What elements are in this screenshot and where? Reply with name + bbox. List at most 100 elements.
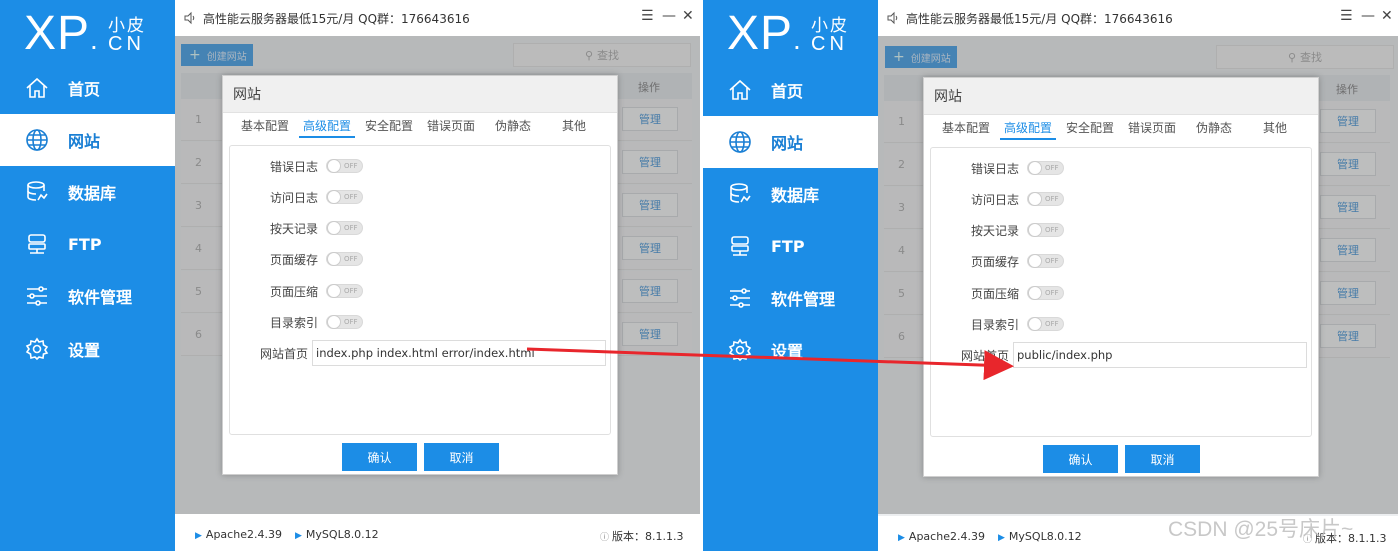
homepage-input[interactable]: public/index.php (1013, 342, 1307, 368)
tab-error-pages[interactable]: 错误页面 (427, 116, 475, 138)
sliders-icon (25, 284, 49, 308)
sidebar-item-home[interactable]: 首页 (703, 64, 878, 116)
database-icon (25, 180, 49, 204)
tab-rewrite[interactable]: 伪静态 (495, 116, 531, 138)
minimize-button[interactable]: — (662, 8, 676, 24)
version-info: ⓘ 版本：8.1.1.3 (600, 530, 684, 543)
menu-button[interactable]: ☰ (641, 8, 654, 24)
setting-access-log: 访问日志 OFF (230, 187, 610, 207)
sidebar-item-website[interactable]: 网站 (0, 114, 175, 166)
menu-button[interactable]: ☰ (1340, 8, 1353, 24)
sidebar-item-database[interactable]: 数据库 (0, 166, 175, 218)
globe-icon (728, 130, 752, 154)
sidebar-item-settings[interactable]: 设置 (703, 324, 878, 376)
setting-dir-index: 目录索引 OFF (931, 314, 1311, 334)
confirm-button[interactable]: 确认 (1043, 445, 1118, 473)
access-log-toggle[interactable]: OFF (326, 190, 363, 204)
setting-access-log: 访问日志 OFF (931, 189, 1311, 209)
server-icon (728, 234, 752, 258)
access-log-toggle[interactable]: OFF (1027, 192, 1064, 206)
status-bar: ▶ Apache2.4.39 ▶ MySQL8.0.12 ⓘ 版本：8.1.1.3 (175, 514, 700, 551)
sidebar-item-software[interactable]: 软件管理 (0, 270, 175, 322)
mysql-status[interactable]: ▶ MySQL8.0.12 (998, 530, 1082, 543)
sidebar-item-software[interactable]: 软件管理 (703, 272, 878, 324)
minimize-button[interactable]: — (1361, 8, 1375, 24)
sidebar-item-website[interactable]: 网站 (703, 116, 878, 168)
logo: XP. 小皮 CN (24, 7, 146, 60)
tab-other[interactable]: 其他 (562, 116, 586, 138)
info-icon: ⓘ (600, 533, 610, 543)
server-icon (25, 232, 49, 256)
setting-homepage: 网站首页 index.php index.html error/index.ht… (230, 340, 610, 366)
close-button[interactable]: ✕ (682, 8, 694, 24)
tab-error-pages[interactable]: 错误页面 (1128, 118, 1176, 140)
gear-icon (25, 337, 49, 361)
setting-daily-log: 按天记录 OFF (931, 220, 1311, 240)
cancel-button[interactable]: 取消 (424, 443, 499, 471)
page-compress-toggle[interactable]: OFF (1027, 286, 1064, 300)
promo-text: 高性能云服务器最低15元/月 QQ群：176643616 (906, 11, 1173, 26)
tab-other[interactable]: 其他 (1263, 118, 1287, 140)
setting-daily-log: 按天记录 OFF (230, 218, 610, 238)
page-cache-toggle[interactable]: OFF (326, 252, 363, 266)
homepage-input[interactable]: index.php index.html error/index.html (312, 340, 606, 366)
gear-icon (728, 338, 752, 362)
advanced-settings-panel: 错误日志 OFF 访问日志 OFF 按天记录 OFF 页面缓存 OFF 页面压缩 OFF … (229, 145, 611, 435)
dialog-title: 网站 (924, 78, 1318, 115)
sidebar-item-home[interactable]: 首页 (0, 62, 175, 114)
cancel-button[interactable]: 取消 (1125, 445, 1200, 473)
home-icon (728, 78, 752, 102)
title-bar: 高性能云服务器最低15元/月 QQ群：176643616 ☰ — ✕ (175, 0, 700, 36)
page-compress-toggle[interactable]: OFF (326, 284, 363, 298)
setting-error-log: 错误日志 OFF (230, 156, 610, 176)
tab-advanced[interactable]: 高级配置 (1000, 118, 1057, 140)
sidebar-item-ftp[interactable]: FTP (0, 218, 175, 270)
logo: XP. 小皮 CN (727, 7, 849, 60)
app-window-after: XP. 小皮 CN 首页 网站 数据库 FTP 软件管理 设置 高性能云服务器最… (703, 0, 1398, 551)
daily-log-toggle[interactable]: OFF (326, 221, 363, 235)
website-settings-dialog: 网站 基本配置 高级配置 安全配置 错误页面 伪静态 其他 错误日志 OFF 访问… (222, 75, 618, 475)
tab-rewrite[interactable]: 伪静态 (1196, 118, 1232, 140)
sliders-icon (728, 286, 752, 310)
mysql-status[interactable]: ▶ MySQL8.0.12 (295, 528, 379, 541)
website-settings-dialog: 网站 基本配置 高级配置 安全配置 错误页面 伪静态 其他 错误日志 OFF 访问… (923, 77, 1319, 477)
apache-status[interactable]: ▶ Apache2.4.39 (195, 528, 282, 541)
dialog-title: 网站 (223, 76, 617, 113)
dir-index-toggle[interactable]: OFF (326, 315, 363, 329)
main-area: 高性能云服务器最低15元/月 QQ群：176643616 ☰ — ✕ + 创建网站… (175, 0, 700, 551)
sidebar-item-ftp[interactable]: FTP (703, 220, 878, 272)
watermark: CSDN @25号床片~ (1168, 518, 1354, 541)
globe-icon (25, 128, 49, 152)
setting-page-compress: 页面压缩 OFF (931, 283, 1311, 303)
setting-homepage: 网站首页 public/index.php (931, 342, 1311, 368)
promo-text: 高性能云服务器最低15元/月 QQ群：176643616 (203, 11, 470, 26)
setting-page-cache: 页面缓存 OFF (931, 251, 1311, 271)
error-log-toggle[interactable]: OFF (1027, 161, 1064, 175)
tab-security[interactable]: 安全配置 (1066, 118, 1114, 140)
tab-advanced[interactable]: 高级配置 (299, 116, 356, 138)
speaker-icon (886, 11, 900, 25)
advanced-settings-panel: 错误日志 OFF 访问日志 OFF 按天记录 OFF 页面缓存 OFF 页面压缩 OFF … (930, 147, 1312, 437)
setting-dir-index: 目录索引 OFF (230, 312, 610, 332)
close-button[interactable]: ✕ (1381, 8, 1393, 24)
tab-basic[interactable]: 基本配置 (241, 116, 289, 138)
home-icon (25, 76, 49, 100)
confirm-button[interactable]: 确认 (342, 443, 417, 471)
sidebar-item-settings[interactable]: 设置 (0, 323, 175, 375)
sidebar: XP. 小皮 CN 首页 网站 数据库 FTP 软件管理 设置 (703, 0, 878, 551)
speaker-icon (183, 11, 197, 25)
sidebar-item-database[interactable]: 数据库 (703, 168, 878, 220)
setting-page-cache: 页面缓存 OFF (230, 249, 610, 269)
tab-basic[interactable]: 基本配置 (942, 118, 990, 140)
tab-security[interactable]: 安全配置 (365, 116, 413, 138)
main-area: 高性能云服务器最低15元/月 QQ群：176643616 ☰ — ✕ + 创建网站… (878, 0, 1398, 551)
title-bar: 高性能云服务器最低15元/月 QQ群：176643616 ☰ — ✕ (878, 0, 1398, 36)
page-cache-toggle[interactable]: OFF (1027, 254, 1064, 268)
daily-log-toggle[interactable]: OFF (1027, 223, 1064, 237)
error-log-toggle[interactable]: OFF (326, 159, 363, 173)
apache-status[interactable]: ▶ Apache2.4.39 (898, 530, 985, 543)
setting-error-log: 错误日志 OFF (931, 158, 1311, 178)
database-icon (728, 182, 752, 206)
sidebar: XP. 小皮 CN 首页 网站 数据库 FTP 软件管理 设置 (0, 0, 175, 551)
dir-index-toggle[interactable]: OFF (1027, 317, 1064, 331)
